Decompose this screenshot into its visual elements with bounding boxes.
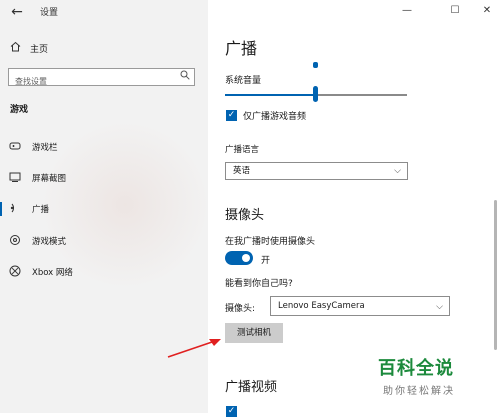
video-heading: 广播视频 xyxy=(225,380,278,395)
broadcast-language-select[interactable]: 英语 ⌵ xyxy=(225,162,408,180)
volume-slider-top-cap xyxy=(313,62,318,68)
sidebar-item-screenshot[interactable]: 屏幕截图 xyxy=(0,167,208,189)
home-icon xyxy=(10,41,24,55)
game-mode-icon xyxy=(9,234,21,249)
search-input[interactable] xyxy=(9,73,175,90)
broadcast-icon xyxy=(9,202,21,217)
page-title: 广播 xyxy=(225,39,258,58)
sidebar-item-label: 屏幕截图 xyxy=(32,174,67,184)
watermark-subtitle: 助你轻松解决 xyxy=(383,386,455,397)
scrollbar[interactable] xyxy=(494,200,497,350)
volume-slider-track[interactable] xyxy=(316,94,407,96)
camera-select[interactable]: Lenovo EasyCamera ⌵ xyxy=(270,296,450,316)
search-icon[interactable] xyxy=(180,70,190,83)
search-box[interactable] xyxy=(8,68,195,90)
game-bar-icon xyxy=(9,141,21,154)
close-button[interactable]: ✕ xyxy=(476,2,498,20)
broadcast-language-label: 广播语言 xyxy=(225,145,260,155)
camera-toggle[interactable] xyxy=(225,251,253,265)
game-audio-only-checkbox[interactable]: ✓ xyxy=(226,110,237,121)
sidebar-item-label: 游戏模式 xyxy=(32,237,67,247)
watermark-title: 百科全说 xyxy=(378,358,454,379)
video-option-checkbox[interactable]: ✓ xyxy=(226,406,237,417)
sidebar-home-label: 主页 xyxy=(30,44,49,55)
toggle-knob xyxy=(242,254,250,262)
sidebar-item-label: Xbox 网络 xyxy=(32,268,73,278)
sidebar-item-label: 游戏栏 xyxy=(32,143,58,153)
sidebar-item-game-bar[interactable]: 游戏栏 xyxy=(0,136,208,158)
chevron-down-icon: ⌵ xyxy=(394,166,401,176)
game-audio-only-label: 仅广播游戏音频 xyxy=(243,112,307,122)
camera-heading: 摄像头 xyxy=(225,208,265,223)
sidebar-item-home[interactable]: 主页 xyxy=(10,40,48,56)
window-title: 设置 xyxy=(40,8,59,18)
sidebar-item-label: 广播 xyxy=(32,205,50,215)
camera-toggle-state: 开 xyxy=(261,256,271,266)
screenshot-icon xyxy=(9,172,21,185)
sidebar-item-xbox[interactable]: Xbox 网络 xyxy=(0,261,208,283)
back-button[interactable]: ← xyxy=(6,3,28,21)
see-yourself-label: 能看到你自己吗? xyxy=(225,279,293,289)
chevron-down-icon: ⌵ xyxy=(436,302,443,312)
system-volume-label: 系统音量 xyxy=(225,76,262,86)
annotation-arrow-icon xyxy=(167,339,221,358)
sidebar-item-game-mode[interactable]: 游戏模式 xyxy=(0,230,208,252)
camera-select-label: 摄像头: xyxy=(225,304,256,314)
sidebar-item-broadcast[interactable]: 广播 xyxy=(0,198,208,220)
xbox-icon xyxy=(9,265,21,280)
volume-slider-thumb[interactable] xyxy=(313,86,318,102)
camera-select-value: Lenovo EasyCamera xyxy=(278,301,365,311)
volume-slider-fill xyxy=(225,94,316,96)
use-camera-label: 在我广播时使用摄像头 xyxy=(225,237,316,247)
back-arrow-icon: ← xyxy=(11,4,23,20)
minimize-button[interactable]: — xyxy=(396,2,418,20)
test-camera-button[interactable]: 测试相机 xyxy=(225,323,283,343)
broadcast-language-value: 英语 xyxy=(233,166,251,176)
sidebar-section-heading: 游戏 xyxy=(10,105,29,115)
active-indicator xyxy=(0,202,2,216)
maximize-button[interactable]: ☐ xyxy=(444,2,466,20)
